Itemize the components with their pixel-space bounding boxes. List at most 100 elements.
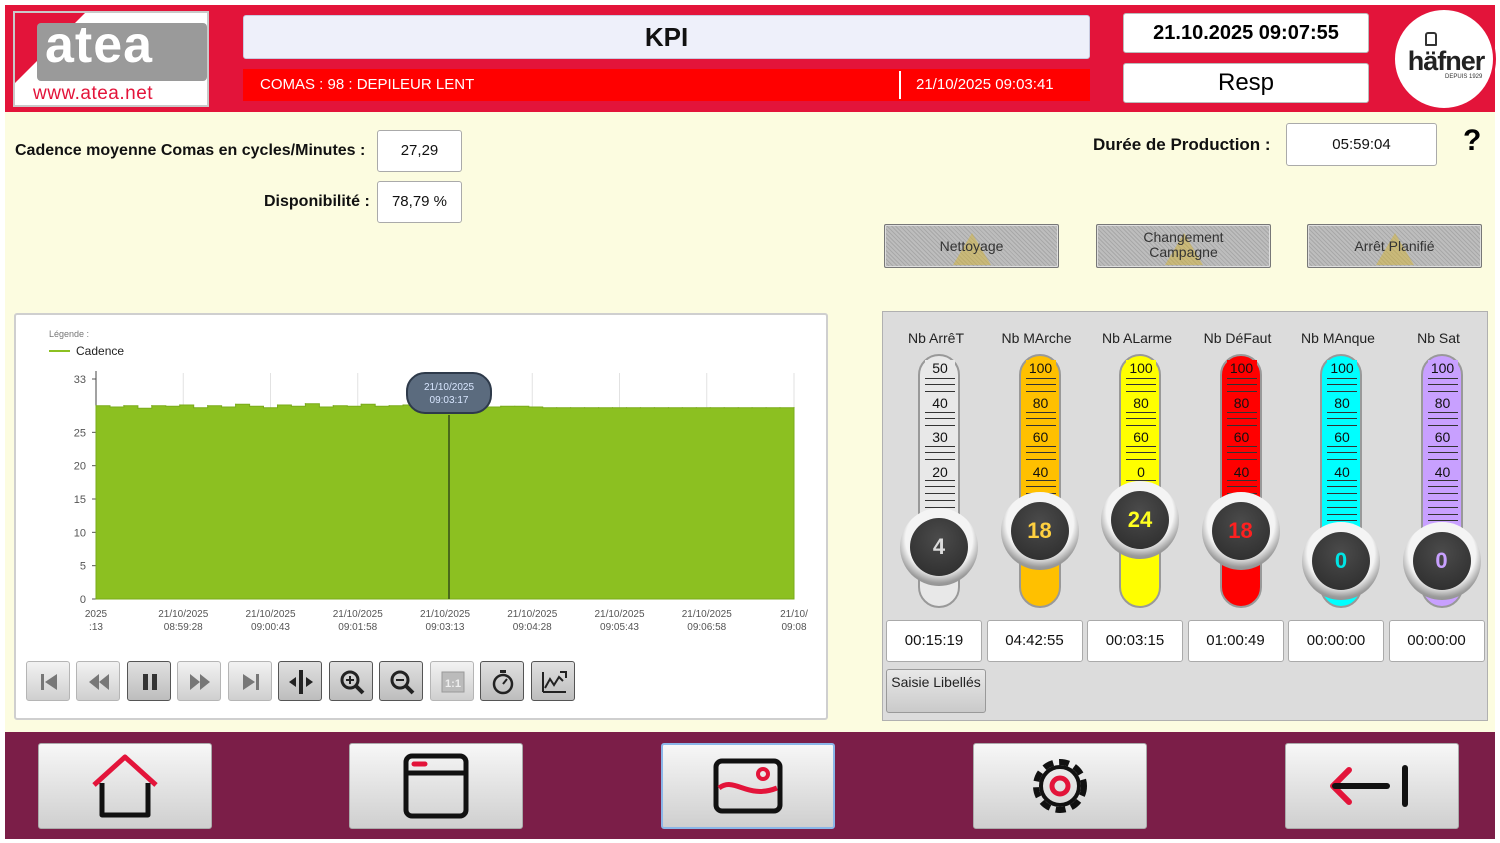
y-tick-label: 0: [80, 594, 86, 606]
gauge-knob: 0: [1402, 522, 1481, 600]
timer-button[interactable]: [480, 661, 524, 701]
logo-word: atea: [45, 16, 154, 74]
zoom-out-button[interactable]: [379, 661, 423, 701]
gauge-value: 0: [1412, 532, 1471, 590]
gauge-scale-label: 60: [1126, 429, 1156, 445]
pause-button[interactable]: [127, 661, 171, 701]
gauge-tick: [1327, 411, 1357, 413]
x-tick-label: :13: [89, 622, 103, 633]
saisie-libelles-button[interactable]: Saisie Libellés: [886, 669, 986, 713]
gauge-tick: [1226, 411, 1257, 413]
cadence-point: [346, 405, 348, 407]
gauge-knob: 4: [900, 508, 978, 586]
x-tick-label: 09:01:58: [338, 622, 377, 633]
gauge-tick: [1226, 384, 1257, 386]
cursor-label-time: 09:03:17: [430, 395, 469, 406]
gauge-tick: [925, 418, 955, 420]
gauge-duration: 01:00:49: [1187, 620, 1284, 662]
gauge-tick: [1327, 479, 1357, 481]
window-button[interactable]: [349, 743, 523, 829]
alarm-message: COMAS : 98 : DEPILEUR LENT: [260, 76, 475, 93]
gauge-column: Nb DéFaut 100 80 60 40 18: [1188, 312, 1288, 612]
gauge-title: Nb ALarme: [1101, 330, 1173, 346]
legend-label: Cadence: [76, 344, 124, 358]
last-button[interactable]: [228, 661, 272, 701]
trend-icon: [542, 671, 567, 693]
svg-text:1:1: 1:1: [445, 678, 461, 690]
gauge-scale-label: 40: [1427, 463, 1458, 480]
arret-planifie-button[interactable]: Arrêt Planifié: [1307, 224, 1482, 268]
gauge-duration: 00:00:00: [1388, 620, 1485, 662]
duree-value: 05:59:04: [1286, 123, 1437, 166]
gauge-tick: [925, 459, 955, 461]
gauge-title: Nb ArrêT: [907, 330, 964, 346]
gauge-tick: [1226, 391, 1257, 393]
zoom-reset-button[interactable]: 1:1: [430, 661, 474, 701]
header: atea www.atea.net KPI COMAS : 98 : DEPIL…: [5, 5, 1496, 112]
y-tick-label: 33: [74, 374, 86, 386]
cadence-point: [709, 407, 711, 409]
cadence-point: [95, 405, 97, 407]
gauge-tick: [925, 500, 955, 501]
gauge-tick: [1327, 418, 1357, 420]
gauge-tick: [1025, 391, 1056, 393]
gauge-panel: Saisie Libellés Nb ArrêT 50 40 30 20 4 00:15:1…: [882, 311, 1488, 721]
gauge-tick: [1126, 411, 1156, 413]
gauge-value: 18: [1010, 502, 1069, 560]
help-button[interactable]: ?: [1463, 124, 1481, 158]
x-tick-label: 09:00:43: [251, 622, 290, 633]
ruler-icon: [289, 670, 313, 694]
gauge-value: 24: [1111, 491, 1169, 549]
cadence-point: [611, 407, 614, 409]
gauge-scale-label: 100: [1226, 360, 1257, 376]
settings-button[interactable]: [973, 743, 1147, 829]
alarm-banner[interactable]: COMAS : 98 : DEPILEUR LENT 21/10/2025 09…: [243, 69, 1090, 101]
logout-button[interactable]: [1285, 743, 1459, 829]
gauge-tick: [1025, 479, 1056, 481]
logo-url: www.atea.net: [33, 83, 154, 104]
cadence-point: [276, 404, 279, 406]
gauge-scale-label: 100: [1327, 360, 1357, 376]
gauge-tick: [1126, 445, 1156, 447]
nettoyage-button[interactable]: Nettoyage: [884, 224, 1059, 268]
gauge-tick: [1025, 452, 1056, 454]
first-button[interactable]: [26, 661, 70, 701]
x-tick-label: 21/10/2025: [682, 609, 732, 620]
home-icon: [92, 754, 158, 818]
image-icon: [713, 758, 783, 814]
gauge-tick: [1327, 384, 1357, 386]
cadence-point: [249, 405, 251, 407]
trend-chart[interactable]: Légende :Cadence2025:1321/10/202508:59:2…: [16, 315, 826, 655]
gauge-knob: 18: [1201, 492, 1280, 570]
gauge-column: Nb MArche 100 80 60 40 18: [987, 312, 1087, 612]
cadence-point: [262, 407, 265, 409]
trend-button[interactable]: [531, 661, 575, 701]
x-tick-label: 21/10/2025: [158, 609, 208, 620]
cadence-point: [765, 407, 767, 409]
user-button[interactable]: Resp: [1123, 63, 1369, 103]
cadence-point: [388, 405, 390, 407]
changement-campagne-label: Changement Campagne: [1143, 229, 1224, 260]
changement-campagne-button[interactable]: Changement Campagne: [1096, 224, 1271, 268]
y-tick-label: 20: [74, 461, 86, 473]
cadence-point: [751, 407, 753, 409]
gauge-tick: [1327, 425, 1357, 427]
gauge-scale-label: 80: [1327, 394, 1357, 411]
ruler-button[interactable]: [278, 661, 322, 701]
gauge-tick: [925, 425, 955, 427]
timer-icon: [492, 670, 514, 695]
rewind-button[interactable]: [76, 661, 120, 701]
x-tick-label: 09:06:58: [687, 622, 726, 633]
cadence-point: [318, 406, 320, 408]
cadence-point: [221, 406, 223, 408]
image-button[interactable]: [661, 743, 835, 829]
y-tick-label: 10: [74, 527, 86, 539]
cadence-point: [207, 405, 209, 407]
fast-forward-button[interactable]: [177, 661, 221, 701]
gauge-scale-label: 80: [1025, 394, 1056, 411]
cadence-value: 27,29: [377, 130, 462, 172]
x-tick-label: 21/10/2025: [245, 609, 295, 620]
gauge-tick: [1126, 391, 1156, 393]
home-button[interactable]: [38, 743, 212, 829]
zoom-in-button[interactable]: [329, 661, 373, 701]
